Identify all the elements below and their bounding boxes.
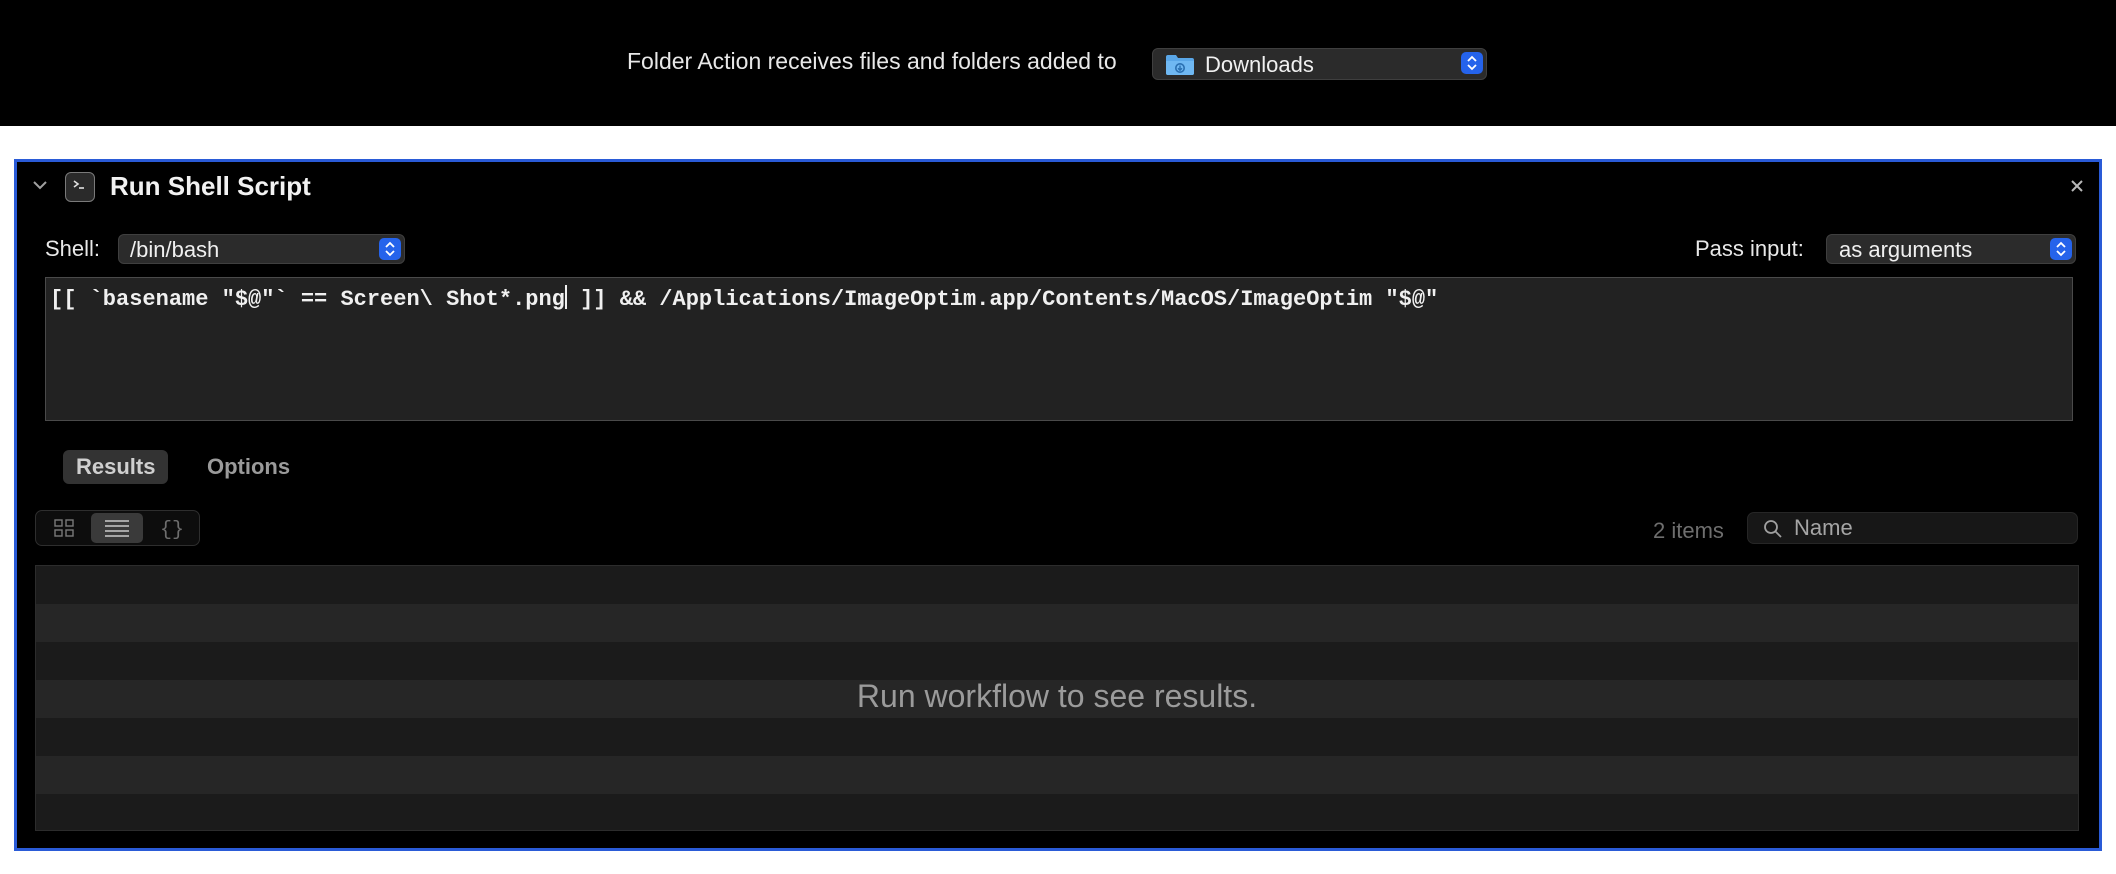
pass-input-popup-value: as arguments <box>1839 237 1973 262</box>
braces-icon: {} <box>160 519 184 542</box>
folder-popup-stepper-icon <box>1461 52 1483 74</box>
folder-action-label: Folder Action receives files and folders… <box>627 48 1117 74</box>
code-view-button[interactable]: {} <box>146 513 198 543</box>
script-text-before-caret: [[ `basename "$@"` == Screen\ Shot*.png <box>50 287 565 312</box>
shell-popup-stepper-icon <box>379 238 401 260</box>
grid-icon <box>54 519 74 537</box>
folder-action-header: Folder Action receives files and folders… <box>0 0 2116 126</box>
view-mode-segmented-control: {} <box>35 510 200 546</box>
folder-popup[interactable]: Downloads <box>1152 48 1487 80</box>
empty-results-message: Run workflow to see results. <box>856 678 1258 714</box>
shell-popup[interactable]: /bin/bash <box>118 234 405 264</box>
pass-input-popup[interactable]: as arguments <box>1826 234 2076 264</box>
search-input[interactable] <box>1794 515 2064 541</box>
svg-text:{}: {} <box>160 519 184 542</box>
folder-popup-value: Downloads <box>1205 52 1314 77</box>
run-shell-script-action: Run Shell Script Shell: /bin/bash Pass i… <box>14 159 2102 851</box>
items-count: 2 items <box>1653 518 1724 543</box>
list-icon <box>105 520 129 537</box>
pass-input-label: Pass input: <box>1695 236 1804 261</box>
close-icon[interactable] <box>2069 178 2085 194</box>
tab-options[interactable]: Options <box>194 450 303 484</box>
downloads-folder-icon <box>1165 54 1195 76</box>
script-text-after-caret: ]] && /Applications/ImageOptim.app/Conte… <box>566 287 1439 312</box>
results-list: Run workflow to see results. <box>35 565 2079 831</box>
script-editor[interactable]: [[ `basename "$@"` == Screen\ Shot*.png … <box>45 277 2073 421</box>
script-line: [[ `basename "$@"` == Screen\ Shot*.png … <box>50 285 1438 312</box>
results-search-field[interactable] <box>1747 512 2078 544</box>
terminal-icon <box>65 172 95 202</box>
shell-label: Shell: <box>45 236 101 261</box>
search-icon <box>1764 520 1782 538</box>
list-view-button[interactable] <box>91 513 143 543</box>
pass-input-stepper-icon <box>2050 238 2072 260</box>
collapse-chevron-icon[interactable] <box>31 178 49 196</box>
shell-popup-value: /bin/bash <box>130 237 220 262</box>
action-title: Run Shell Script <box>110 171 311 201</box>
tab-results[interactable]: Results <box>63 450 169 484</box>
icon-view-button[interactable] <box>38 513 90 543</box>
